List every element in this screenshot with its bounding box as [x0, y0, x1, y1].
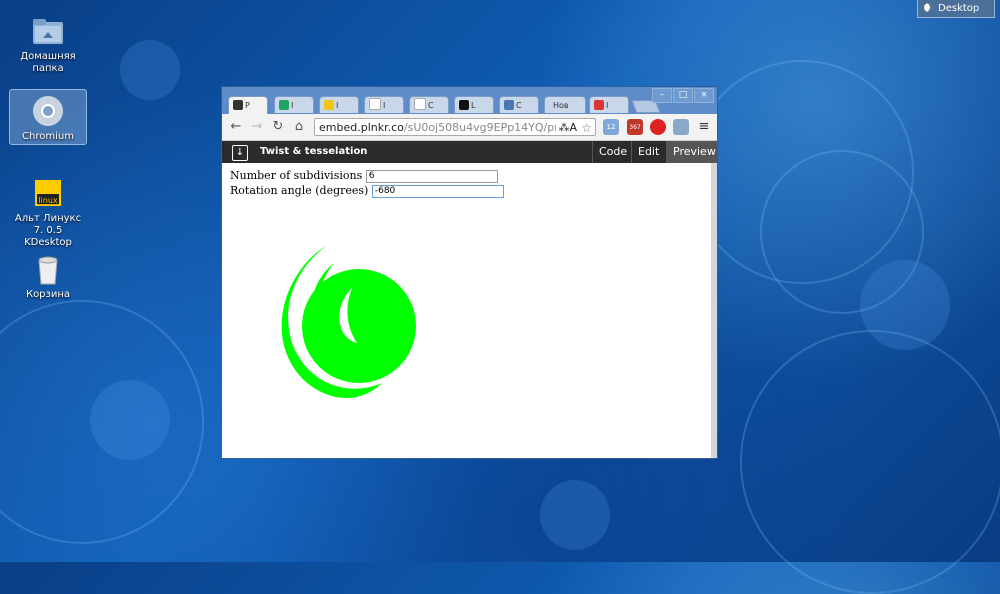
back-icon[interactable]: ← [228, 119, 244, 135]
desktop-icon-label: Корзина [25, 289, 71, 300]
url-path: /sU0oj508u4vg9EPp14YQ/pr [403, 121, 559, 134]
wallpaper-ring [740, 330, 1000, 594]
twisted-triangle-canvas [281, 245, 416, 398]
wallpaper-dot [860, 260, 950, 350]
l-favicon [459, 100, 469, 110]
tab-label: P [245, 101, 250, 110]
tab[interactable]: L [454, 96, 494, 113]
download-favicon [233, 100, 243, 110]
b-favicon [504, 100, 514, 110]
tab-label: C [516, 101, 522, 110]
tab[interactable]: Нов [544, 96, 586, 113]
angle-input[interactable] [371, 184, 504, 198]
svg-text:linux: linux [38, 196, 58, 205]
tab-label: I [336, 101, 339, 110]
tab-label: L [471, 101, 476, 110]
translate-icon[interactable]: ⁂A [556, 119, 577, 135]
angle-row: Rotation angle (degrees) [230, 184, 504, 198]
plunk-title: Twist & tesselation [260, 146, 368, 157]
subdivisions-input[interactable] [365, 169, 498, 183]
tab[interactable]: I [589, 96, 629, 113]
show-desktop-button[interactable]: Desktop [917, 0, 995, 18]
tab[interactable]: I [319, 96, 359, 113]
desktop-icon-home[interactable]: Домашняя папка [10, 14, 86, 75]
edit-button[interactable]: Edit [631, 141, 665, 163]
tab[interactable]: C [499, 96, 539, 113]
desktop-icon [924, 3, 933, 12]
subdivisions-row: Number of subdivisions [230, 169, 498, 183]
window-controls: – □ × [651, 88, 714, 103]
opera-icon[interactable] [650, 119, 666, 135]
wallpaper-dot [90, 380, 170, 460]
home-icon[interactable]: ⌂ [291, 119, 307, 135]
gmail-icon[interactable]: 367 [627, 119, 643, 135]
tab-label: I [606, 101, 609, 110]
browser-toolbar: ← → ↻ ⌂ embed.plnkr.co/sU0oj508u4vg9EPp1… [222, 114, 717, 141]
reload-icon[interactable]: ↻ [270, 119, 286, 135]
home-folder-icon [31, 14, 65, 48]
cloud-icon[interactable]: 12 [603, 119, 619, 135]
close-button[interactable]: × [694, 88, 714, 103]
sheets-favicon [279, 100, 289, 110]
tab-label: Нов [553, 101, 569, 110]
bookmark-star-icon[interactable]: ☆ [581, 119, 592, 135]
desktop-icon-trash[interactable]: Корзина [10, 252, 86, 301]
desktop-icon-alt-linux[interactable]: linux Альт Линукс 7. 0.5 KDesktop [10, 176, 86, 249]
trash-icon [31, 252, 65, 286]
preview-button[interactable]: Preview [666, 141, 717, 163]
tab[interactable]: C [409, 96, 449, 113]
tab[interactable]: I [364, 96, 404, 113]
page-favicon [414, 98, 426, 110]
tab-label: C [428, 101, 434, 110]
alt-linux-favicon [324, 100, 334, 110]
desktop-icon-label: Альт Линукс 7. 0.5 KDesktop [14, 213, 82, 248]
wallpaper-dot [120, 40, 180, 100]
vertical-scrollbar[interactable] [711, 163, 717, 458]
desktop-icon-chromium[interactable]: Chromium [9, 89, 87, 145]
maximize-button[interactable]: □ [673, 88, 693, 103]
alt-linux-icon: linux [31, 176, 65, 210]
angle-label: Rotation angle (degrees) [230, 184, 369, 197]
tab-strip: P I I I C L C Нов I – □ × [222, 87, 717, 114]
desktop-icon-label: Chromium [22, 131, 74, 142]
browser-window: P I I I C L C Нов I – □ × ← → ↻ ⌂ embed.… [221, 86, 718, 459]
chromium-icon [31, 94, 65, 128]
forward-icon[interactable]: → [249, 119, 265, 135]
red-favicon [594, 100, 604, 110]
extension-badge: 12 [606, 123, 616, 131]
plunker-bar: ↓ Twist & tesselation Code Edit Preview [222, 141, 717, 163]
code-button[interactable]: Code [592, 141, 633, 163]
menu-icon[interactable]: ≡ [696, 119, 712, 135]
page-favicon [369, 98, 381, 110]
tab[interactable]: I [274, 96, 314, 113]
download-icon[interactable]: ↓ [232, 145, 248, 161]
url-host: embed.plnkr.co [319, 121, 404, 134]
minimize-button[interactable]: – [652, 88, 672, 103]
subdivisions-label: Number of subdivisions [230, 169, 363, 182]
show-desktop-label: Desktop [938, 3, 980, 14]
extension-badge: 367 [629, 124, 641, 131]
cloud-gear-icon[interactable] [673, 119, 689, 135]
wallpaper-dot [540, 480, 610, 550]
tab-active[interactable]: P [228, 96, 268, 114]
preview-pane: Number of subdivisions Rotation angle (d… [222, 163, 711, 458]
tab-label: I [383, 101, 386, 110]
address-bar[interactable]: embed.plnkr.co/sU0oj508u4vg9EPp14YQ/pr ⁂… [314, 118, 596, 136]
desktop-icon-label: Домашняя папка [20, 51, 76, 74]
tab-label: I [291, 101, 294, 110]
